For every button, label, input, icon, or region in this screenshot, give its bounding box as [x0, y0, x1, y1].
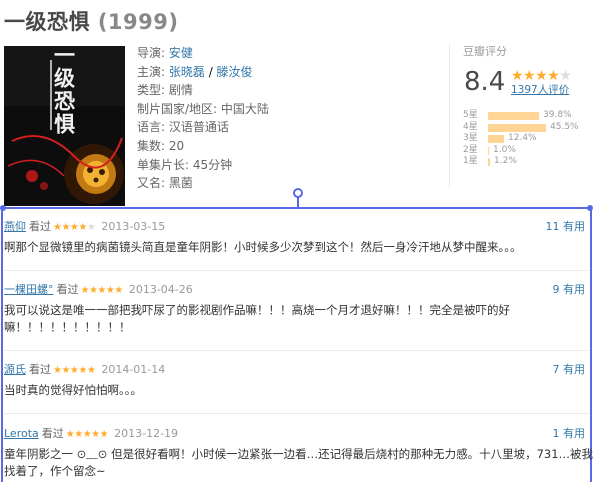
- rating-dist-label: 4星: [463, 121, 478, 132]
- rating-box: 豆瓣评分 8.4 ★★★★★ 1397人评价 5星 39.8% 4星 45.5% 3星 1…: [449, 44, 589, 187]
- rating-dist-bar: [488, 112, 539, 120]
- comment-text: 啊那个显微镜里的病菌镜头简直是童年阴影！小时候多少次梦到这个！然后一身冷汗地从梦…: [4, 240, 522, 254]
- movie-poster[interactable]: 一级恐惧: [4, 46, 125, 206]
- comment-divider: [4, 413, 589, 414]
- rating-dist-percent: 1.2%: [494, 156, 517, 167]
- rating-dist-percent: 12.4%: [508, 133, 537, 144]
- rating-dist-bar: [488, 146, 489, 155]
- rating-dist-label: 3星: [463, 133, 478, 144]
- poster-title: 一级恐惧: [52, 46, 77, 136]
- comment-text: 童年阴影之一 ⊙﹏⊙ 但是很好看啊！小时候一边紧张一边看…还记得最后烧村的那种无…: [4, 447, 593, 461]
- comment-item: Lerota 看过 ★★★★★ 2013-12-19 1 有用 童年阴影之一 ⊙﹏⊙ …: [4, 426, 593, 480]
- cast-separator: /: [204, 64, 217, 79]
- comment-stars-icon: ★★★★★: [65, 429, 109, 440]
- comment-header: 燕仰 看过 ★★★★★ 2013-03-15 11 有用: [4, 219, 589, 235]
- rating-dist-percent: 1.0%: [493, 144, 516, 155]
- comment-item: 源氏 看过 ★★★★★ 2014-01-14 7 有用 当时真的觉得好怕怕啊。。。: [4, 362, 589, 399]
- comment-seen: 看过: [41, 427, 64, 440]
- rating-dist-row: 5星 39.8%: [463, 110, 589, 122]
- genre-row: 类型: 剧情: [137, 83, 193, 98]
- rating-dist-percent: 39.8%: [543, 110, 572, 120]
- comment-stars-icon: ★★★★★: [53, 222, 96, 233]
- comment-header: 一棵田螺° 看过 ★★★★★ 2013-04-26 9 有用: [4, 282, 589, 298]
- selection-corner-handle[interactable]: [0, 205, 6, 211]
- rating-distribution: 5星 39.8% 4星 45.5% 3星 12.4% 2星 1.0% 1星 1.2%: [463, 110, 589, 168]
- useful-link[interactable]: 有用: [563, 283, 585, 296]
- cast-label: 主演:: [137, 64, 169, 79]
- comment-text: 我可以说这是唯一一部把我吓尿了的影视剧作品嘛！！！高烧一个月才退好嘛！！！完全是…: [4, 303, 510, 317]
- rating-dist-row: 1星 1.2%: [463, 156, 589, 168]
- comment-text-line-2: 嘛！！！！！！！！！！: [4, 320, 131, 334]
- comment-date: 2013-03-15: [101, 220, 166, 233]
- useful-link[interactable]: 有用: [563, 363, 585, 376]
- selection-handle-stem: [297, 197, 299, 207]
- selection-rotate-handle[interactable]: [293, 188, 303, 198]
- rating-dist-row: 2星 1.0%: [463, 145, 589, 157]
- comment-text-line-2: 找着了，作个留念~: [4, 464, 106, 478]
- director-link[interactable]: 安健: [169, 46, 193, 60]
- comment-useful[interactable]: 1 有用: [553, 426, 586, 442]
- comment-date: 2014-01-14: [101, 363, 166, 376]
- poster-image: 一级恐惧: [4, 46, 125, 206]
- comment-item: 燕仰 看过 ★★★★★ 2013-03-15 11 有用 啊那个显微镜里的病菌镜头简直…: [4, 219, 589, 256]
- rating-dist-bar: [488, 123, 546, 132]
- rating-label: 豆瓣评分: [463, 45, 507, 58]
- rating-dist-bar: [488, 158, 490, 167]
- comment-user-link[interactable]: Lerota: [4, 427, 39, 440]
- cast-row: 主演: 张晓磊 / 滕汝俊: [137, 63, 269, 82]
- movie-year: (1999): [97, 10, 179, 34]
- director-label: 导演:: [137, 46, 169, 60]
- rating-dist-percent: 45.5%: [550, 121, 579, 132]
- episodes-row: 集数: 20: [137, 138, 185, 153]
- comment-user-link[interactable]: 一棵田螺°: [4, 283, 54, 296]
- useful-link[interactable]: 有用: [563, 427, 585, 440]
- cast-link-2[interactable]: 滕汝俊: [217, 65, 253, 79]
- rating-dist-row: 4星 45.5%: [463, 122, 589, 134]
- director-row: 导演: 安健: [137, 44, 269, 63]
- selection-corner-handle[interactable]: [587, 205, 593, 211]
- rating-dist-label: 1星: [463, 156, 478, 167]
- comment-seen: 看过: [29, 220, 51, 233]
- comment-stars-icon: ★★★★★: [53, 365, 96, 376]
- comment-header: 源氏 看过 ★★★★★ 2014-01-14 7 有用: [4, 362, 589, 378]
- language-row: 语言: 汉语普通话: [137, 120, 229, 135]
- comment-text: 当时真的觉得好怕怕啊。。。: [4, 383, 142, 397]
- comment-item: 一棵田螺° 看过 ★★★★★ 2013-04-26 9 有用 我可以说这是唯一一部把我…: [4, 282, 589, 336]
- comment-useful[interactable]: 11 有用: [546, 219, 586, 235]
- comment-date: 2013-12-19: [114, 427, 179, 440]
- comment-seen: 看过: [56, 283, 79, 296]
- rating-stars-icon: ★★★★★: [511, 68, 572, 84]
- cast-link-1[interactable]: 张晓磊: [169, 65, 205, 79]
- comment-stars-icon: ★★★★★: [80, 285, 124, 296]
- comment-header: Lerota 看过 ★★★★★ 2013-12-19 1 有用: [4, 426, 589, 442]
- movie-info: 导演: 安健 主演: 张晓磊 / 滕汝俊 类型: 剧情 制片国家/地区: 中国大…: [137, 44, 269, 193]
- runtime-row: 单集片长: 45分钟: [137, 157, 233, 172]
- comment-divider: [4, 270, 589, 271]
- rating-score: 8.4: [464, 67, 506, 97]
- aka-row: 又名: 黑菌: [137, 176, 193, 191]
- rating-dist-label: 2星: [463, 144, 478, 155]
- comment-user-link[interactable]: 燕仰: [4, 220, 26, 233]
- movie-title: 一级恐惧 (1999): [4, 6, 178, 36]
- comment-seen: 看过: [29, 363, 51, 376]
- comment-date: 2013-04-26: [128, 283, 193, 296]
- rating-dist-row: 3星 12.4%: [463, 133, 589, 145]
- comment-useful[interactable]: 7 有用: [553, 362, 586, 378]
- useful-link[interactable]: 有用: [563, 220, 585, 233]
- movie-title-text: 一级恐惧: [4, 10, 90, 34]
- rating-dist-label: 5星: [463, 110, 478, 120]
- rating-dist-bar: [488, 135, 504, 144]
- country-row: 制片国家/地区: 中国大陆: [137, 101, 269, 116]
- comment-useful[interactable]: 9 有用: [553, 282, 586, 298]
- comment-user-link[interactable]: 源氏: [4, 363, 26, 376]
- comment-divider: [4, 350, 589, 351]
- rating-count-link[interactable]: 1397人评价: [511, 84, 569, 97]
